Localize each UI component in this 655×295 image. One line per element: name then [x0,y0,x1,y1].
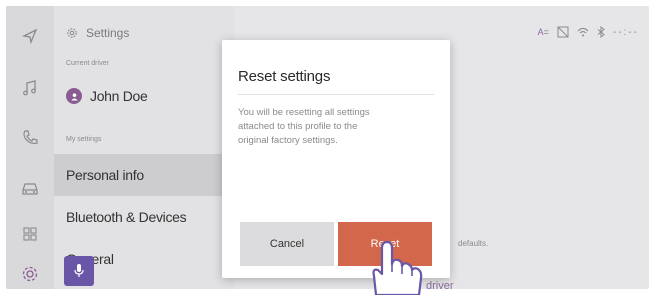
settings-icon[interactable] [20,264,40,284]
music-icon[interactable] [20,78,40,98]
signal-icon [557,26,569,38]
current-driver-label: Current driver [66,60,109,67]
menu-item-label: Personal info [66,167,144,183]
apps-icon[interactable] [20,224,40,244]
current-driver[interactable]: John Doe [66,88,148,104]
menu-item-personal-info[interactable]: Personal info [54,154,234,196]
cancel-button[interactable]: Cancel [240,222,334,266]
navigation-icon[interactable] [20,26,40,46]
menu-item-label: Bluetooth & Devices [66,209,187,225]
dialog-message: You will be resetting all settings attac… [238,107,370,146]
driver-name: John Doe [90,88,148,104]
voice-assistant-button[interactable] [64,256,94,286]
phone-icon[interactable] [20,128,40,148]
gear-icon [67,28,77,38]
dialog-divider [238,94,434,95]
user-icon [70,92,78,101]
status-bar: A= --:-- [538,26,639,38]
background-defaults-fragment: defaults. [458,239,489,248]
wifi-icon [577,27,589,37]
left-nav-rail [6,6,54,289]
car-icon[interactable] [20,178,40,198]
text-size-icon: A= [537,27,549,37]
menu-item-bluetooth-devices[interactable]: Bluetooth & Devices [54,196,234,238]
settings-header: Settings [66,26,129,40]
my-settings-label: My settings [66,136,102,143]
dialog-title: Reset settings [238,68,331,85]
settings-title: Settings [86,26,130,40]
microphone-icon [74,264,84,277]
pointing-hand-icon [372,240,423,295]
clock-text: --:-- [612,26,639,38]
settings-panel: Settings Current driver John Doe My sett… [54,6,234,289]
avatar [66,88,82,104]
bluetooth-icon [597,26,605,38]
